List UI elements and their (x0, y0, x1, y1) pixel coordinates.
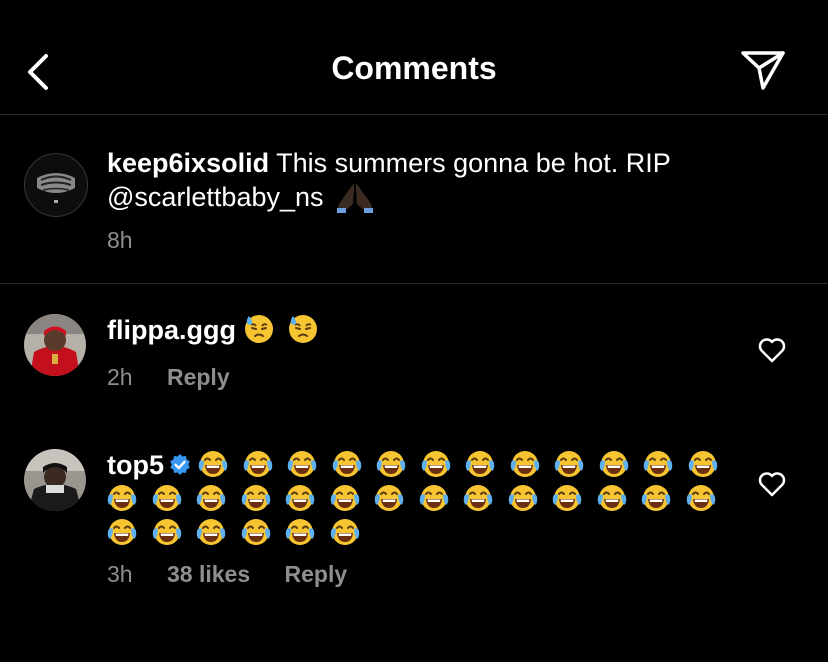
tears-of-joy-emoji (332, 449, 362, 479)
tears-of-joy-emoji (152, 483, 182, 513)
reply-button[interactable]: Reply (285, 561, 348, 587)
verified-badge-icon (168, 451, 192, 475)
mention-link[interactable]: @scarlettbaby_ns (107, 182, 324, 212)
tears-of-joy-emoji (643, 449, 673, 479)
page-title: Comments (331, 50, 497, 86)
comment-text: flippa.ggg (107, 313, 325, 347)
reply-button[interactable]: Reply (167, 364, 230, 390)
post-time: 8h (107, 227, 133, 253)
tears-of-joy-emoji (196, 483, 226, 513)
tears-of-joy-emoji (374, 483, 404, 513)
comment-username[interactable]: flippa.ggg (107, 315, 236, 345)
caption-text: keep6ixsolid This summers gonna be hot. … (107, 146, 797, 214)
tears-of-joy-emoji (465, 449, 495, 479)
tears-of-joy-emoji (554, 449, 584, 479)
avatar[interactable] (24, 449, 86, 511)
tears-of-joy-emoji (688, 449, 718, 479)
tears-of-joy-emoji (330, 483, 360, 513)
tears-of-joy-emoji (287, 449, 317, 479)
post-username[interactable]: keep6ixsolid (107, 148, 269, 178)
tears-of-joy-emoji (198, 449, 228, 479)
comment-meta: 2h Reply (107, 364, 258, 391)
comment-time: 2h (107, 364, 133, 390)
tears-of-joy-emoji (152, 517, 182, 547)
tears-of-joy-emoji (241, 483, 271, 513)
tears-of-joy-emoji (508, 483, 538, 513)
tears-of-joy-emoji (599, 449, 629, 479)
downcast-sweat-emoji (288, 314, 318, 344)
comment-time: 3h (107, 561, 133, 587)
tears-of-joy-emoji (510, 449, 540, 479)
like-button[interactable] (758, 337, 786, 363)
tears-of-joy-emoji (419, 483, 449, 513)
like-button[interactable] (758, 471, 786, 497)
paper-plane-icon (741, 51, 785, 90)
tears-of-joy-emoji (196, 517, 226, 547)
tears-of-joy-emoji (107, 483, 137, 513)
heart-icon (758, 472, 786, 497)
comment-meta: 3h 38 likes Reply (107, 561, 375, 588)
tears-of-joy-emoji (330, 517, 360, 547)
tears-of-joy-emoji (641, 483, 671, 513)
tears-of-joy-emoji (597, 483, 627, 513)
caption-line: This summers gonna be hot. RIP (276, 148, 671, 178)
tears-of-joy-emoji (243, 449, 273, 479)
post-caption: keep6ixsolid This summers gonna be hot. … (0, 115, 828, 284)
tears-of-joy-emoji (285, 483, 315, 513)
tears-of-joy-emoji (241, 517, 271, 547)
likes-count[interactable]: 38 likes (167, 561, 250, 587)
avatar[interactable] (24, 314, 86, 376)
pray-emoji (335, 180, 375, 214)
profile-photo (24, 314, 86, 376)
logo-avatar-image (26, 155, 86, 215)
downcast-sweat-emoji (244, 314, 274, 344)
tears-of-joy-emoji (107, 517, 137, 547)
tears-of-joy-emoji (285, 517, 315, 547)
comment-username[interactable]: top5 (107, 450, 164, 480)
tears-of-joy-emoji (463, 483, 493, 513)
top-bar: Comments (0, 0, 828, 115)
tears-of-joy-emoji (376, 449, 406, 479)
post-meta: 8h (107, 227, 161, 254)
profile-photo (24, 449, 86, 511)
comment-text: top5 (107, 448, 727, 550)
share-button[interactable] (738, 46, 788, 92)
heart-icon (758, 338, 786, 363)
tears-of-joy-emoji (421, 449, 451, 479)
tears-of-joy-emoji (686, 483, 716, 513)
avatar[interactable] (24, 153, 88, 217)
tears-of-joy-emoji (552, 483, 582, 513)
